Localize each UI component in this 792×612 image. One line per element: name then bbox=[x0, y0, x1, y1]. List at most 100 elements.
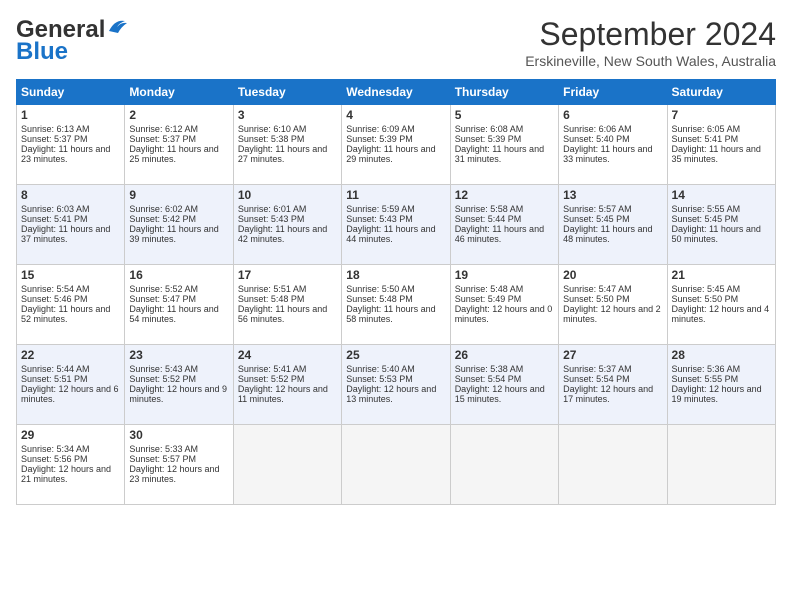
weekday-header: Saturday bbox=[667, 80, 775, 105]
sunset-label: Sunset: 5:42 PM bbox=[129, 214, 196, 224]
calendar-cell: 27 Sunrise: 5:37 AM Sunset: 5:54 PM Dayl… bbox=[559, 345, 667, 425]
calendar-cell: 13 Sunrise: 5:57 AM Sunset: 5:45 PM Dayl… bbox=[559, 185, 667, 265]
sunset-label: Sunset: 5:37 PM bbox=[129, 134, 196, 144]
day-number: 21 bbox=[672, 268, 771, 282]
calendar-week-row: 22 Sunrise: 5:44 AM Sunset: 5:51 PM Dayl… bbox=[17, 345, 776, 425]
day-number: 13 bbox=[563, 188, 662, 202]
day-number: 19 bbox=[455, 268, 554, 282]
sunrise-label: Sunrise: 6:03 AM bbox=[21, 204, 90, 214]
weekday-header-row: SundayMondayTuesdayWednesdayThursdayFrid… bbox=[17, 80, 776, 105]
calendar-cell: 7 Sunrise: 6:05 AM Sunset: 5:41 PM Dayli… bbox=[667, 105, 775, 185]
calendar-cell bbox=[233, 425, 341, 505]
calendar-cell: 19 Sunrise: 5:48 AM Sunset: 5:49 PM Dayl… bbox=[450, 265, 558, 345]
day-number: 10 bbox=[238, 188, 337, 202]
sunrise-label: Sunrise: 5:48 AM bbox=[455, 284, 524, 294]
calendar-cell: 5 Sunrise: 6:08 AM Sunset: 5:39 PM Dayli… bbox=[450, 105, 558, 185]
sunrise-label: Sunrise: 5:41 AM bbox=[238, 364, 307, 374]
daylight-label: Daylight: 12 hours and 23 minutes. bbox=[129, 464, 219, 484]
calendar-cell: 15 Sunrise: 5:54 AM Sunset: 5:46 PM Dayl… bbox=[17, 265, 125, 345]
day-number: 20 bbox=[563, 268, 662, 282]
sunset-label: Sunset: 5:39 PM bbox=[346, 134, 413, 144]
day-number: 18 bbox=[346, 268, 445, 282]
calendar-cell: 29 Sunrise: 5:34 AM Sunset: 5:56 PM Dayl… bbox=[17, 425, 125, 505]
calendar-cell: 11 Sunrise: 5:59 AM Sunset: 5:43 PM Dayl… bbox=[342, 185, 450, 265]
sunrise-label: Sunrise: 5:55 AM bbox=[672, 204, 741, 214]
daylight-label: Daylight: 11 hours and 56 minutes. bbox=[238, 304, 327, 324]
sunset-label: Sunset: 5:47 PM bbox=[129, 294, 196, 304]
calendar-cell: 3 Sunrise: 6:10 AM Sunset: 5:38 PM Dayli… bbox=[233, 105, 341, 185]
daylight-label: Daylight: 11 hours and 37 minutes. bbox=[21, 224, 110, 244]
day-number: 23 bbox=[129, 348, 228, 362]
day-number: 24 bbox=[238, 348, 337, 362]
sunrise-label: Sunrise: 6:06 AM bbox=[563, 124, 632, 134]
sunset-label: Sunset: 5:54 PM bbox=[563, 374, 630, 384]
sunset-label: Sunset: 5:45 PM bbox=[563, 214, 630, 224]
daylight-label: Daylight: 12 hours and 9 minutes. bbox=[129, 384, 227, 404]
day-number: 15 bbox=[21, 268, 120, 282]
daylight-label: Daylight: 11 hours and 48 minutes. bbox=[563, 224, 652, 244]
sunset-label: Sunset: 5:56 PM bbox=[21, 454, 88, 464]
sunset-label: Sunset: 5:52 PM bbox=[238, 374, 305, 384]
sunset-label: Sunset: 5:50 PM bbox=[672, 294, 739, 304]
sunset-label: Sunset: 5:38 PM bbox=[238, 134, 305, 144]
sunrise-label: Sunrise: 5:57 AM bbox=[563, 204, 632, 214]
logo-blue: Blue bbox=[16, 38, 68, 66]
calendar-cell: 22 Sunrise: 5:44 AM Sunset: 5:51 PM Dayl… bbox=[17, 345, 125, 425]
sunrise-label: Sunrise: 5:36 AM bbox=[672, 364, 741, 374]
month-title: September 2024 bbox=[525, 16, 776, 53]
calendar-cell: 24 Sunrise: 5:41 AM Sunset: 5:52 PM Dayl… bbox=[233, 345, 341, 425]
sunset-label: Sunset: 5:41 PM bbox=[672, 134, 739, 144]
weekday-header: Monday bbox=[125, 80, 233, 105]
calendar-cell: 6 Sunrise: 6:06 AM Sunset: 5:40 PM Dayli… bbox=[559, 105, 667, 185]
day-number: 26 bbox=[455, 348, 554, 362]
calendar-cell: 18 Sunrise: 5:50 AM Sunset: 5:48 PM Dayl… bbox=[342, 265, 450, 345]
calendar-cell: 4 Sunrise: 6:09 AM Sunset: 5:39 PM Dayli… bbox=[342, 105, 450, 185]
daylight-label: Daylight: 11 hours and 39 minutes. bbox=[129, 224, 218, 244]
calendar-week-row: 1 Sunrise: 6:13 AM Sunset: 5:37 PM Dayli… bbox=[17, 105, 776, 185]
sunrise-label: Sunrise: 6:08 AM bbox=[455, 124, 524, 134]
calendar-cell: 23 Sunrise: 5:43 AM Sunset: 5:52 PM Dayl… bbox=[125, 345, 233, 425]
daylight-label: Daylight: 12 hours and 2 minutes. bbox=[563, 304, 661, 324]
sunrise-label: Sunrise: 5:44 AM bbox=[21, 364, 90, 374]
sunrise-label: Sunrise: 5:52 AM bbox=[129, 284, 198, 294]
calendar-cell: 8 Sunrise: 6:03 AM Sunset: 5:41 PM Dayli… bbox=[17, 185, 125, 265]
daylight-label: Daylight: 11 hours and 50 minutes. bbox=[672, 224, 761, 244]
sunset-label: Sunset: 5:43 PM bbox=[238, 214, 305, 224]
calendar: SundayMondayTuesdayWednesdayThursdayFrid… bbox=[16, 79, 776, 505]
sunset-label: Sunset: 5:51 PM bbox=[21, 374, 88, 384]
calendar-cell: 17 Sunrise: 5:51 AM Sunset: 5:48 PM Dayl… bbox=[233, 265, 341, 345]
sunrise-label: Sunrise: 5:43 AM bbox=[129, 364, 198, 374]
sunset-label: Sunset: 5:44 PM bbox=[455, 214, 522, 224]
daylight-label: Daylight: 12 hours and 13 minutes. bbox=[346, 384, 436, 404]
sunset-label: Sunset: 5:48 PM bbox=[346, 294, 413, 304]
daylight-label: Daylight: 11 hours and 31 minutes. bbox=[455, 144, 544, 164]
daylight-label: Daylight: 11 hours and 58 minutes. bbox=[346, 304, 435, 324]
calendar-cell bbox=[342, 425, 450, 505]
calendar-cell: 26 Sunrise: 5:38 AM Sunset: 5:54 PM Dayl… bbox=[450, 345, 558, 425]
calendar-cell: 28 Sunrise: 5:36 AM Sunset: 5:55 PM Dayl… bbox=[667, 345, 775, 425]
daylight-label: Daylight: 12 hours and 6 minutes. bbox=[21, 384, 119, 404]
sunset-label: Sunset: 5:43 PM bbox=[346, 214, 413, 224]
day-number: 29 bbox=[21, 428, 120, 442]
sunrise-label: Sunrise: 5:50 AM bbox=[346, 284, 415, 294]
sunset-label: Sunset: 5:46 PM bbox=[21, 294, 88, 304]
page-header: General Blue September 2024 Erskineville… bbox=[16, 16, 776, 69]
calendar-cell: 2 Sunrise: 6:12 AM Sunset: 5:37 PM Dayli… bbox=[125, 105, 233, 185]
sunrise-label: Sunrise: 5:40 AM bbox=[346, 364, 415, 374]
daylight-label: Daylight: 11 hours and 54 minutes. bbox=[129, 304, 218, 324]
day-number: 12 bbox=[455, 188, 554, 202]
sunset-label: Sunset: 5:55 PM bbox=[672, 374, 739, 384]
sunset-label: Sunset: 5:52 PM bbox=[129, 374, 196, 384]
daylight-label: Daylight: 11 hours and 52 minutes. bbox=[21, 304, 110, 324]
day-number: 8 bbox=[21, 188, 120, 202]
day-number: 14 bbox=[672, 188, 771, 202]
weekday-header: Wednesday bbox=[342, 80, 450, 105]
logo-bird-icon bbox=[107, 17, 129, 35]
day-number: 27 bbox=[563, 348, 662, 362]
calendar-cell: 21 Sunrise: 5:45 AM Sunset: 5:50 PM Dayl… bbox=[667, 265, 775, 345]
calendar-cell: 1 Sunrise: 6:13 AM Sunset: 5:37 PM Dayli… bbox=[17, 105, 125, 185]
sunrise-label: Sunrise: 6:10 AM bbox=[238, 124, 307, 134]
sunset-label: Sunset: 5:53 PM bbox=[346, 374, 413, 384]
sunrise-label: Sunrise: 5:54 AM bbox=[21, 284, 90, 294]
daylight-label: Daylight: 11 hours and 33 minutes. bbox=[563, 144, 652, 164]
